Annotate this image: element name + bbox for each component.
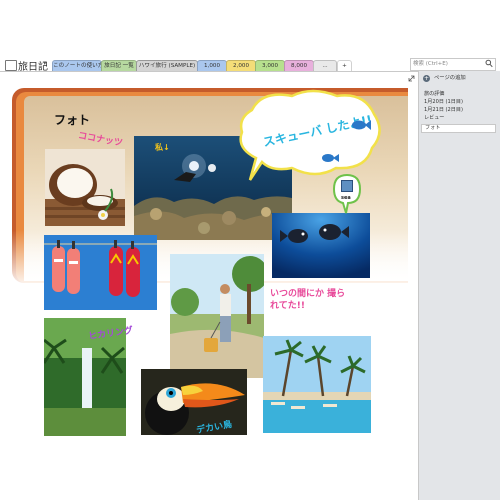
add-page-button[interactable]: ページの追加 — [421, 74, 497, 83]
search-placeholder: 検索 (Ctrl+E) — [413, 61, 448, 67]
expand-arrows-icon[interactable] — [408, 75, 415, 82]
chevron-down-icon[interactable]: ▾ — [43, 59, 47, 67]
search-icon[interactable] — [485, 59, 493, 68]
page-title: フォト — [54, 113, 91, 127]
sandals-clothesline-photo[interactable] — [44, 235, 157, 310]
page-item-review-trip[interactable]: 旅の評価 — [424, 91, 444, 98]
me-annotation: 私↓ — [155, 143, 170, 152]
when-annotation: いつの間にか 撮られてた!! — [270, 289, 346, 311]
page-item-photo-selected[interactable]: フォト — [421, 124, 496, 133]
beach-pool-palms-photo[interactable] — [263, 336, 371, 433]
fish-doodle-icon — [352, 120, 371, 130]
woman-with-suitcase-photo[interactable] — [170, 254, 264, 378]
notebook-icon[interactable] — [5, 60, 17, 71]
fish-doodle-icon — [322, 154, 339, 162]
sea-label: sea — [341, 195, 351, 201]
add-page-label: ページの追加 — [434, 75, 466, 81]
coconut-photo[interactable] — [45, 149, 125, 226]
fish-underwater-photo[interactable] — [272, 213, 370, 278]
page-item-jan21[interactable]: 1月21日 (2日目) — [424, 107, 463, 114]
page-item-review[interactable]: レビュー — [424, 115, 444, 122]
sea-glass-icon — [341, 180, 353, 192]
page-list-pane — [418, 71, 500, 500]
plus-circle-icon[interactable]: + — [423, 75, 430, 82]
page-item-jan20[interactable]: 1月20日 (1日目) — [424, 99, 463, 106]
